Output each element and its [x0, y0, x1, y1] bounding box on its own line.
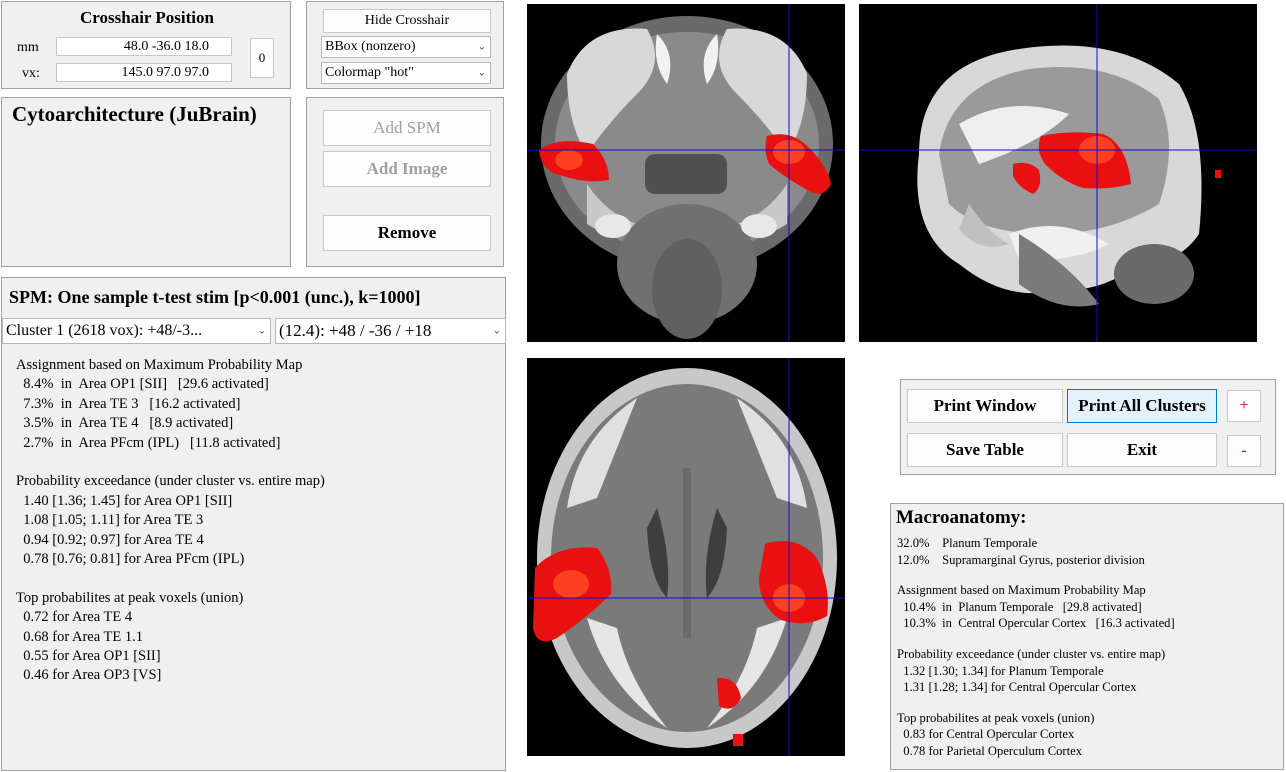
chevron-down-icon: ⌄: [492, 325, 501, 337]
macro-peak-row: 0.83 for Central Opercular Cortex: [897, 727, 1075, 742]
sagittal-view[interactable]: [859, 4, 1257, 342]
peak-row: 0.72 for Area TE 4: [16, 609, 133, 626]
peak-row: 0.68 for Area TE 1.1: [16, 628, 143, 645]
exceed-row: 0.78 [0.76; 0.81] for Area PFcm (IPL): [16, 551, 245, 568]
cluster-select[interactable]: Cluster 1 (2618 vox): +48/-3... ⌄: [2, 318, 271, 344]
hide-crosshair-button[interactable]: Hide Crosshair: [323, 9, 491, 33]
colormap-select-value: Colormap "hot": [325, 65, 414, 80]
macro-exceed-row: 1.32 [1.30; 1.34] for Planum Temporale: [897, 663, 1104, 678]
macro-exceed-row: 1.31 [1.28; 1.34] for Central Opercular …: [897, 680, 1137, 695]
assign-row: 7.3% in Area TE 3 [16.2 activated]: [16, 395, 241, 412]
assign-row: 3.5% in Area TE 4 [8.9 activated]: [16, 415, 234, 432]
exceed-row: 0.94 [0.92; 0.97] for Area TE 4: [16, 531, 204, 548]
spm-title: SPM: One sample t-test stim [p<0.001 (un…: [9, 287, 421, 307]
peak-row: 0.46 for Area OP3 [VS]: [16, 667, 162, 684]
print-all-clusters-button[interactable]: Print All Clusters: [1067, 389, 1217, 423]
macro-peak-heading: Top probabilites at peak voxels (union): [897, 710, 1095, 725]
chevron-down-icon: ⌄: [477, 67, 486, 79]
macro-text: 32.0% Planum Temporale 12.0% Supramargin…: [897, 535, 1175, 760]
exceed-heading: Probability exceedance (under cluster vs…: [16, 473, 325, 490]
colormap-select[interactable]: Colormap "hot" ⌄: [321, 62, 491, 84]
peak-select-value: (12.4): +48 / -36 / +18: [279, 321, 432, 340]
atlas-title: Cytoarchitecture (JuBrain): [12, 102, 257, 126]
plus-button[interactable]: +: [1227, 390, 1261, 422]
exceed-row: 1.08 [1.05; 1.11] for Area TE 3: [16, 512, 204, 529]
display-controls-panel: Hide Crosshair BBox (nonzero) ⌄ Colormap…: [306, 1, 504, 89]
assign-row: 8.4% in Area OP1 [SII] [29.6 activated]: [16, 376, 269, 393]
vx-coordinate-field[interactable]: 145.0 97.0 97.0: [56, 63, 232, 82]
add-image-button[interactable]: Add Image: [323, 151, 491, 187]
image-actions-panel: Add SPM Add Image Remove: [306, 97, 504, 267]
add-spm-button[interactable]: Add SPM: [323, 110, 491, 146]
bbox-select[interactable]: BBox (nonzero) ⌄: [321, 36, 491, 58]
save-table-button[interactable]: Save Table: [907, 433, 1063, 467]
macro-top-row: 32.0% Planum Temporale: [897, 536, 1038, 550]
exit-button[interactable]: Exit: [1067, 433, 1217, 467]
macro-title: Macroanatomy:: [896, 507, 1027, 528]
atlas-panel: Cytoarchitecture (JuBrain): [1, 97, 291, 267]
peak-select[interactable]: (12.4): +48 / -36 / +18 ⌄: [275, 318, 506, 344]
macro-exceed-heading: Probability exceedance (under cluster vs…: [897, 646, 1166, 661]
remove-button[interactable]: Remove: [323, 215, 491, 251]
coronal-view[interactable]: [527, 4, 845, 342]
print-window-button[interactable]: Print Window: [907, 389, 1063, 423]
peak-row: 0.55 for Area OP1 [SII]: [16, 648, 161, 665]
spm-results-text: Assignment based on Maximum Probability …: [16, 356, 325, 686]
macro-assign-row: 10.3% in Central Opercular Cortex [16.3 …: [897, 616, 1175, 631]
axial-view[interactable]: [527, 358, 845, 756]
macro-peak-row: 0.78 for Parietal Operculum Cortex: [897, 743, 1083, 758]
crosshair-panel: Crosshair Position mm vx: 48.0 -36.0 18.…: [1, 1, 291, 89]
minus-button[interactable]: -: [1227, 435, 1261, 467]
crosshair-title: Crosshair Position: [80, 8, 214, 27]
chevron-down-icon: ⌄: [477, 41, 486, 53]
mm-label: mm: [17, 40, 39, 55]
chevron-down-icon: ⌄: [257, 325, 266, 337]
macroanatomy-panel: Macroanatomy: 32.0% Planum Temporale 12.…: [890, 503, 1284, 770]
peak-heading: Top probabilites at peak voxels (union): [16, 589, 244, 606]
vx-label: vx:: [22, 66, 40, 81]
mm-coordinate-field[interactable]: 48.0 -36.0 18.0: [56, 37, 232, 56]
reset-origin-button[interactable]: 0: [250, 38, 274, 78]
bbox-select-value: BBox (nonzero): [325, 39, 416, 54]
macro-top-row: 12.0% Supramarginal Gyrus, posterior div…: [897, 552, 1145, 567]
actions-panel: Print Window Print All Clusters + Save T…: [900, 379, 1276, 475]
cluster-select-value: Cluster 1 (2618 vox): +48/-3...: [6, 322, 203, 339]
exceed-row: 1.40 [1.36; 1.45] for Area OP1 [SII]: [16, 492, 233, 509]
assign-heading: Assignment based on Maximum Probability …: [16, 357, 303, 373]
macro-assign-heading: Assignment based on Maximum Probability …: [897, 583, 1146, 598]
spm-results-panel: SPM: One sample t-test stim [p<0.001 (un…: [1, 277, 506, 771]
macro-assign-row: 10.4% in Planum Temporale [29.8 activate…: [897, 599, 1142, 614]
assign-row: 2.7% in Area PFcm (IPL) [11.8 activated]: [16, 434, 281, 451]
